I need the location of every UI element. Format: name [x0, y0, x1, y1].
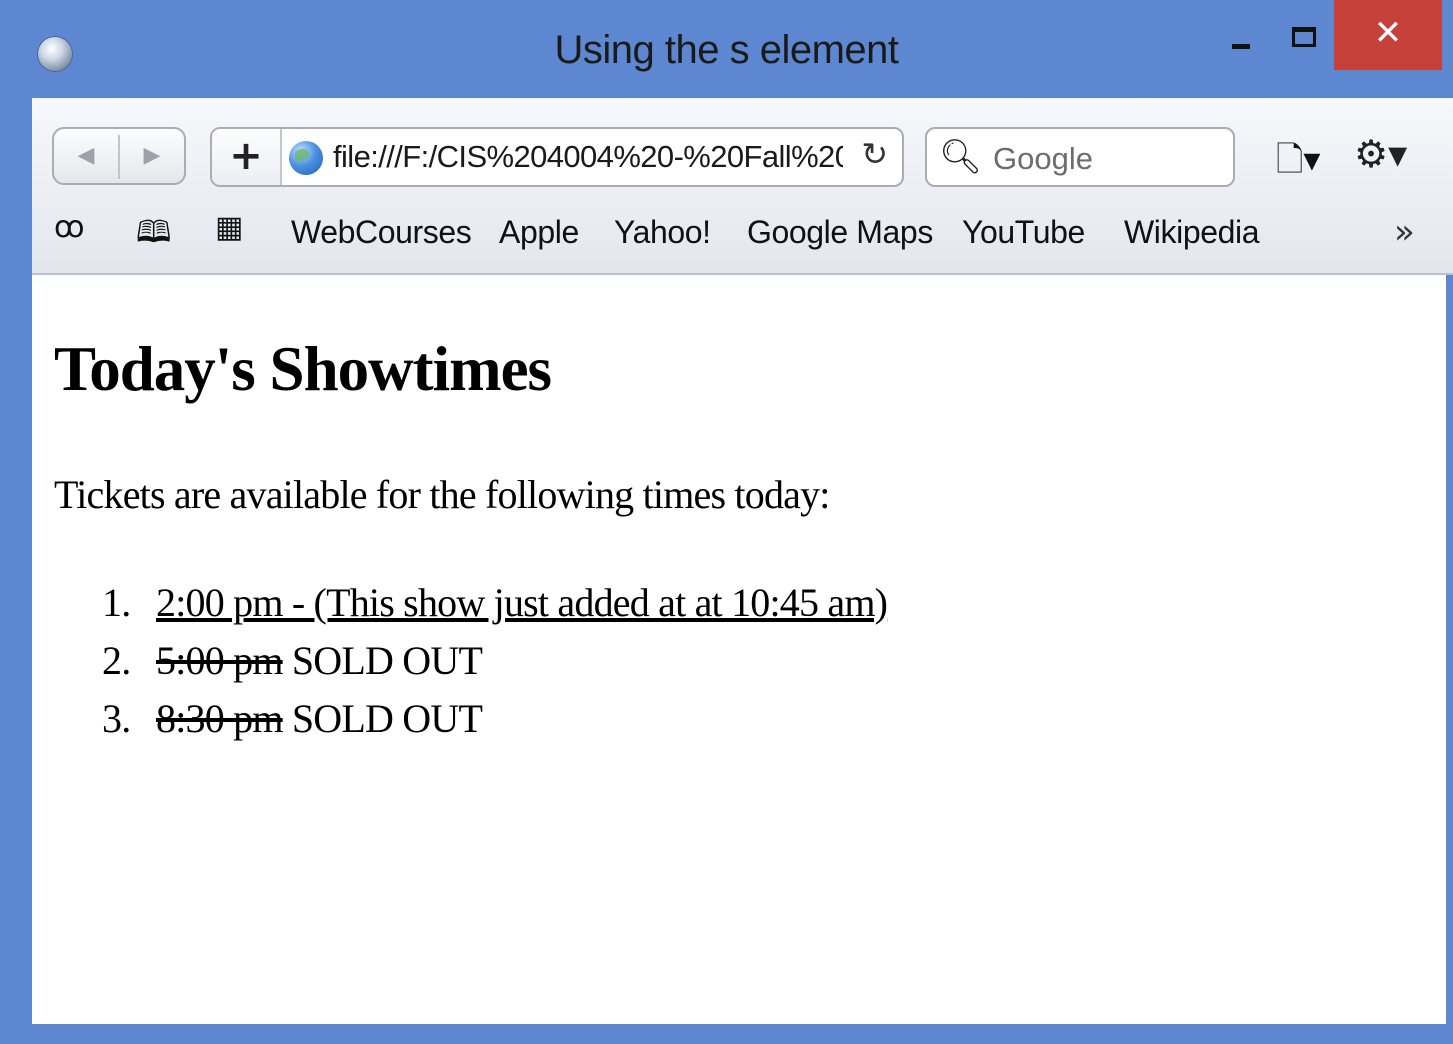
list-number: 3.	[102, 696, 131, 741]
bookmark-google-maps[interactable]: Google Maps	[747, 214, 933, 251]
bookmark-webcourses[interactable]: WebCourses	[291, 214, 472, 251]
minimize-button[interactable]	[1212, 0, 1270, 70]
reload-icon[interactable]: ↻	[861, 135, 888, 173]
struck-showtime: 8:30 pm	[156, 696, 283, 741]
gear-icon[interactable]: ⚙▾	[1354, 132, 1407, 176]
maximize-button[interactable]	[1272, 0, 1332, 70]
minimize-icon	[1232, 44, 1250, 49]
maximize-icon	[1292, 27, 1316, 47]
struck-showtime: 5:00 pm	[156, 638, 283, 683]
title-bar[interactable]: Using the s element ✕	[0, 0, 1453, 98]
address-bar[interactable]: + file:///F:/CIS%204004%20-%20Fall%20 ↻	[210, 127, 904, 187]
close-button[interactable]: ✕	[1334, 0, 1442, 70]
page-title: Today's Showtimes	[54, 334, 552, 404]
bookmark-apple[interactable]: Apple	[499, 214, 579, 251]
intro-text: Tickets are available for the following …	[54, 472, 830, 517]
search-box[interactable]: 🔍︎ Google	[925, 127, 1235, 187]
bookmarks-book-icon[interactable]: 🕮	[136, 210, 171, 261]
bookmark-youtube[interactable]: YouTube	[962, 214, 1085, 251]
search-icon[interactable]: 🔍︎	[939, 137, 982, 177]
reading-list-icon[interactable]: ꝏ	[54, 210, 85, 245]
add-bookmark-button[interactable]: +	[212, 129, 282, 185]
sold-out-label: SOLD OUT	[282, 638, 483, 683]
list-number: 2.	[102, 638, 131, 683]
url-input[interactable]: file:///F:/CIS%204004%20-%20Fall%20	[333, 139, 843, 175]
bookmark-wikipedia[interactable]: Wikipedia	[1124, 214, 1260, 251]
showtime-entry: 8:30 pm SOLD OUT	[156, 695, 483, 742]
top-sites-grid-icon[interactable]: ▦	[215, 210, 243, 245]
showtime-entry: 5:00 pm SOLD OUT	[156, 637, 483, 684]
search-input[interactable]: Google	[993, 141, 1093, 177]
bookmarks-bar: ꝏ 🕮 ▦ WebCourses Apple Yahoo! Google Map…	[32, 210, 1453, 260]
globe-icon	[289, 141, 323, 175]
page-menu-icon[interactable]: 🗋▾	[1276, 136, 1320, 193]
page-content: Today's Showtimes Tickets are available …	[32, 275, 1446, 1024]
navigation-buttons: ◀ ▶	[52, 127, 186, 185]
browser-window: Using the s element ✕ ◀ ▶ + file:///F:/C…	[0, 0, 1453, 1044]
added-showtime: 2:00 pm - (This show just added at at 10…	[156, 580, 888, 625]
back-button[interactable]: ◀	[54, 129, 118, 183]
more-bookmarks-icon[interactable]: »	[1394, 212, 1415, 252]
forward-button[interactable]: ▶	[120, 129, 184, 183]
browser-toolbar: ◀ ▶ + file:///F:/CIS%204004%20-%20Fall%2…	[32, 98, 1453, 275]
bookmark-yahoo[interactable]: Yahoo!	[614, 214, 711, 251]
sold-out-label: SOLD OUT	[282, 696, 483, 741]
list-number: 1.	[102, 580, 131, 625]
